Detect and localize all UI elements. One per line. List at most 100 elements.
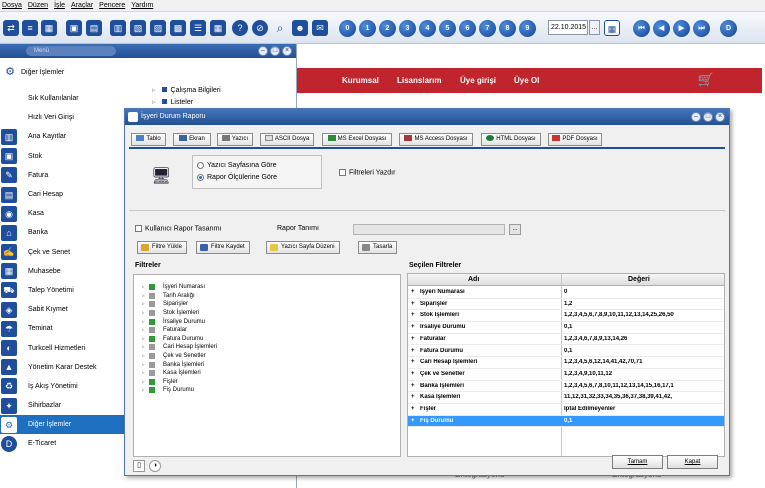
web-nav-uye-girisi[interactable]: Üye girişi bbox=[460, 76, 496, 85]
menu-item-sik-kullanilanlar[interactable]: Sık Kullanılanlar bbox=[0, 89, 125, 108]
output-yazici-button[interactable]: Yazıcı bbox=[217, 133, 253, 146]
first-record-icon[interactable]: ⏮ bbox=[633, 20, 650, 37]
menu-item-sabit-kiymet[interactable]: ◈ Sabit Kıymet bbox=[0, 300, 125, 319]
save-filter-button[interactable]: Filtre Kaydet bbox=[196, 241, 250, 254]
calendar-icon[interactable]: ▦ bbox=[210, 20, 226, 36]
column-name-header[interactable]: Adı bbox=[468, 276, 479, 283]
menu-item-yonetim[interactable]: ▲ Yönetim Karar Destek bbox=[0, 358, 125, 377]
table-row[interactable]: + Cari Hesap İşlemleri 1,2,3,4,5,6,12,14,4… bbox=[408, 357, 724, 369]
doc-icon[interactable]: ▥ bbox=[110, 20, 126, 36]
filter-item[interactable]: ▹ Fişler bbox=[142, 378, 178, 387]
user-design-checkbox[interactable]: Kullanıcı Rapor Tasarımı bbox=[135, 225, 222, 232]
print-filters-checkbox[interactable]: Filtreleri Yazdır bbox=[339, 169, 395, 176]
report-def-browse-button[interactable]: ... bbox=[509, 224, 521, 235]
filter-item[interactable]: ▹ Tarih Aralığı bbox=[142, 292, 195, 301]
menu-item-eticaret[interactable]: D E-Ticaret bbox=[0, 434, 125, 453]
filter-item[interactable]: ▹ Fatura Durumu bbox=[142, 335, 203, 344]
menu-yardim[interactable]: Yardım bbox=[131, 2, 153, 9]
next-record-icon[interactable]: ▶ bbox=[673, 20, 690, 37]
menu-item-cek-senet[interactable]: ✍ Çek ve Senet bbox=[0, 243, 125, 262]
page-layout-button[interactable]: Yazıcı Sayfa Düzeni bbox=[266, 241, 340, 254]
menu-item-banka[interactable]: ⌂ Banka bbox=[0, 223, 125, 242]
output-access-button[interactable]: MS Access Dosyası bbox=[399, 133, 473, 146]
close-button[interactable]: Kapat bbox=[667, 455, 718, 469]
key-3-button[interactable]: 3 bbox=[399, 20, 416, 37]
key-6-button[interactable]: 6 bbox=[459, 20, 476, 37]
tree-icon[interactable]: ≡ bbox=[22, 20, 38, 36]
design-button[interactable]: Tasarla bbox=[358, 241, 398, 254]
search-icon[interactable]: ⌕ bbox=[272, 20, 288, 36]
ok-button[interactable]: Tamam bbox=[612, 455, 663, 469]
filter-item[interactable]: ▹ Çek ve Senetler bbox=[142, 352, 206, 361]
radio-report-size[interactable]: Rapor Ölçülerine Göre bbox=[197, 174, 277, 181]
table-row[interactable]: + Fişler İptal Edilmeyenler bbox=[408, 404, 724, 416]
filter-item[interactable]: ▹ Fiş Durumu bbox=[142, 386, 194, 395]
date-field[interactable]: 22.10.2015 bbox=[548, 20, 588, 35]
table-row[interactable]: + Stok İşlemleri 1,2,3,4,5,6,7,8,9,10,11,1… bbox=[408, 310, 724, 323]
key-9-button[interactable]: 9 bbox=[519, 20, 536, 37]
no-entry-icon[interactable]: ⊘ bbox=[252, 20, 268, 36]
output-excel-button[interactable]: MS Excel Dosyası bbox=[322, 133, 392, 146]
info-icon[interactable]: ◑ bbox=[149, 460, 161, 472]
menu-item-hizli-veri[interactable]: Hızlı Veri Girişi bbox=[0, 108, 125, 127]
column-value-header[interactable]: Değeri bbox=[628, 276, 650, 283]
menu-item-ana-kayitlar[interactable]: ▥ Ana Kayıtlar bbox=[0, 127, 125, 146]
report-icon[interactable]: ▧ bbox=[130, 20, 146, 36]
filter-item[interactable]: ▹ Kasa İşlemleri bbox=[142, 369, 201, 378]
key-4-button[interactable]: 4 bbox=[419, 20, 436, 37]
menu-item-turkcell[interactable]: ◐ Turkcell Hizmetleri bbox=[0, 338, 125, 357]
close-icon[interactable]: × bbox=[715, 112, 725, 122]
key-1-button[interactable]: 1 bbox=[359, 20, 376, 37]
load-filter-button[interactable]: Filtre Yükle bbox=[137, 241, 187, 254]
key-5-button[interactable]: 5 bbox=[439, 20, 456, 37]
prev-record-icon[interactable]: ◀ bbox=[653, 20, 670, 37]
filter-item[interactable]: ▹ İrsaliye Durumu bbox=[142, 317, 205, 326]
output-html-button[interactable]: HTML Dosyası bbox=[481, 133, 541, 146]
key-7-button[interactable]: 7 bbox=[479, 20, 496, 37]
filter-item[interactable]: ▹ Siparişler bbox=[142, 300, 188, 309]
menu-dosya[interactable]: Dosya bbox=[2, 2, 22, 9]
output-ekran-button[interactable]: Ekran bbox=[173, 133, 211, 146]
key-2-button[interactable]: 2 bbox=[379, 20, 396, 37]
web-nav-lisanslarim[interactable]: Lisanslarım bbox=[397, 76, 441, 85]
menu-item-sihirbazlar[interactable]: ✦ Sihirbazlar bbox=[0, 396, 125, 415]
bag-icon[interactable]: ▣ bbox=[66, 20, 82, 36]
users-icon[interactable]: ☻ bbox=[292, 20, 308, 36]
menu-item-talep[interactable]: ⛟ Talep Yönetimi bbox=[0, 281, 125, 300]
menu-pencere[interactable]: Pencere bbox=[99, 2, 125, 9]
web-nav-uye-ol[interactable]: Üye Ol bbox=[514, 76, 539, 85]
date-picker-button[interactable]: ... bbox=[589, 20, 600, 35]
menu-item-is-akis[interactable]: ♻ İş Akış Yönetimi bbox=[0, 377, 125, 396]
mail-icon[interactable]: ✉ bbox=[312, 20, 328, 36]
table-row[interactable]: + Faturalar 1,2,3,4,6,7,8,9,13,14,26 bbox=[408, 334, 724, 346]
key-8-button[interactable]: 8 bbox=[499, 20, 516, 37]
cart-icon[interactable]: 🛒 bbox=[695, 70, 717, 90]
menu-item-fatura[interactable]: ✎ Fatura bbox=[0, 166, 125, 185]
minimize-icon[interactable]: – bbox=[258, 46, 268, 56]
output-tablo-button[interactable]: Tablo bbox=[131, 133, 166, 146]
table-icon[interactable]: ▩ bbox=[170, 20, 186, 36]
minimize-icon[interactable]: – bbox=[691, 112, 701, 122]
menu-duzen[interactable]: Düzen bbox=[28, 2, 48, 9]
calculator-icon[interactable]: ▤ bbox=[86, 20, 102, 36]
filter-item[interactable]: ▹ Banka İşlemleri bbox=[142, 360, 204, 369]
d-icon[interactable]: D bbox=[720, 20, 737, 37]
table-row-selected[interactable]: + Fiş Durumu 0,1 bbox=[408, 415, 724, 428]
table-row[interactable]: + Siparişler 1,2 bbox=[408, 299, 724, 311]
filter-item[interactable]: ▹ Faturalar bbox=[142, 326, 187, 335]
transfer-icon[interactable]: ⇄ bbox=[3, 20, 19, 36]
web-nav-kurumsal[interactable]: Kurumsal bbox=[342, 76, 379, 85]
output-pdf-button[interactable]: PDF Dosyası bbox=[548, 133, 602, 146]
list-icon[interactable]: ☰ bbox=[190, 20, 206, 36]
key-0-button[interactable]: 0 bbox=[339, 20, 356, 37]
menu-item-diger[interactable]: ⚙ Diğer İşlemler bbox=[0, 415, 125, 435]
table-row[interactable]: + Kasa İşlemleri 11,12,31,32,33,34,35,36,3… bbox=[408, 392, 724, 404]
menu-araclar[interactable]: Araçlar bbox=[71, 2, 93, 9]
menu-search-input[interactable]: Menü bbox=[26, 46, 116, 56]
table-row[interactable]: + Çek ve Senetler 1,2,3,4,9,10,11,12 bbox=[408, 369, 724, 381]
report-def-input[interactable] bbox=[353, 224, 505, 235]
table-row[interactable]: + Banka İşlemleri 1,2,3,4,5,6,7,8,10,11,12… bbox=[408, 381, 724, 393]
page-icon[interactable]: ▯ bbox=[133, 460, 145, 472]
table-row[interactable]: + İrsaliye Durumu 0,1 bbox=[408, 322, 724, 334]
filter-item[interactable]: ▹ İşyeri Numarası bbox=[142, 283, 205, 292]
